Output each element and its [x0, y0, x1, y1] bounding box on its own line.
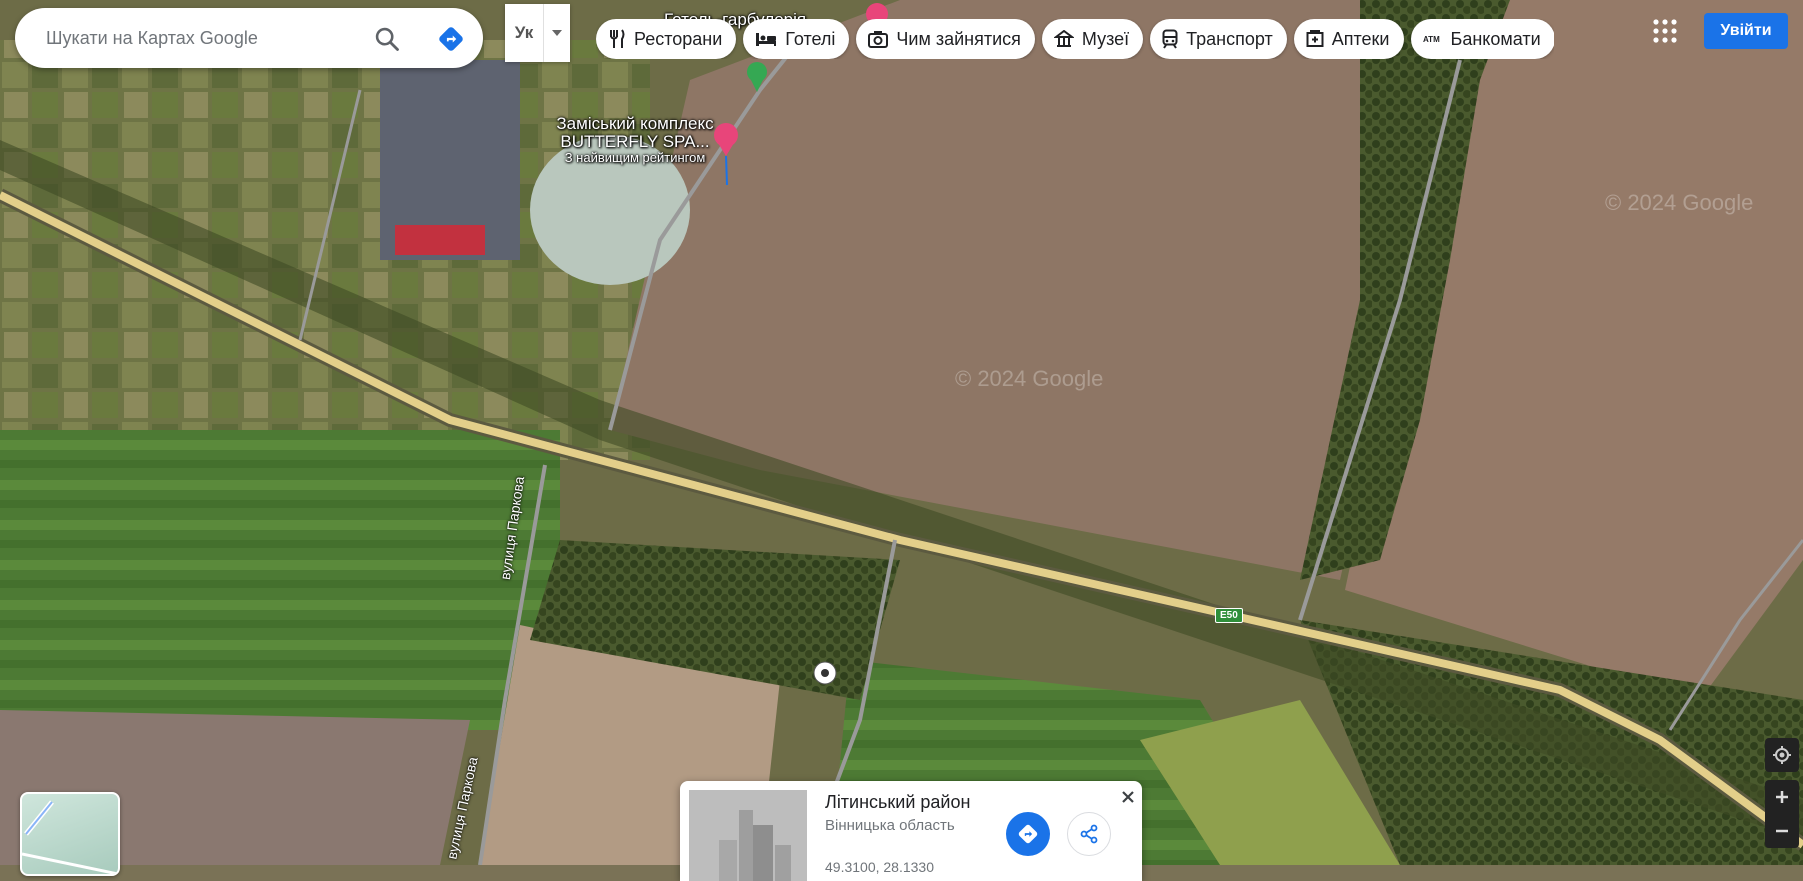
directions-icon[interactable] — [437, 25, 465, 53]
atm-icon: ATM — [1423, 35, 1440, 44]
signin-button[interactable]: Увійти — [1704, 13, 1788, 49]
chip-pharmacies[interactable]: Аптеки — [1293, 19, 1404, 59]
chevron-down-icon[interactable] — [544, 29, 570, 37]
place-thumbnail[interactable] — [689, 790, 807, 881]
chip-atms[interactable]: ATM Банкомати — [1410, 19, 1554, 59]
minus-icon — [1776, 829, 1788, 833]
category-chips: Ресторани Готелі Чим зайнятися Музеї Тра… — [596, 19, 1554, 59]
poi-subtitle: З найвищим рейтингом — [564, 150, 706, 165]
restaurant-icon — [610, 29, 625, 48]
search-input[interactable] — [44, 26, 348, 50]
layers-toggle[interactable] — [20, 792, 120, 876]
svg-text:ATM: ATM — [1423, 35, 1440, 44]
poi-label-butterfly-spa[interactable]: Заміський комплекс BUTTERFLY SPA... З на… — [535, 115, 735, 165]
zoom-out-button[interactable] — [1765, 814, 1799, 848]
chip-transit[interactable]: Транспорт — [1150, 19, 1287, 59]
map-watermark: © 2024 Google — [955, 366, 1104, 391]
transit-icon — [1162, 29, 1178, 49]
chip-label: Готелі — [785, 28, 836, 49]
chip-museums[interactable]: Музеї — [1041, 19, 1144, 59]
search-box — [15, 8, 483, 68]
chip-things-to-do[interactable]: Чим зайнятися — [856, 19, 1035, 59]
crosshair-icon — [1773, 746, 1791, 764]
place-title: Літинський район — [825, 792, 971, 812]
search-icon[interactable] — [373, 25, 401, 53]
share-icon — [1080, 824, 1098, 844]
chip-restaurants[interactable]: Ресторани — [596, 19, 737, 59]
poi-name-line2: BUTTERFLY SPA... — [560, 132, 710, 151]
museum-icon — [1053, 30, 1074, 47]
chip-label: Музеї — [1081, 28, 1130, 49]
close-icon[interactable] — [1118, 787, 1138, 807]
directions-icon — [1018, 824, 1038, 844]
share-button[interactable] — [1067, 812, 1111, 856]
chip-label: Банкомати — [1450, 28, 1541, 49]
map-watermark-2: © 2024 Google — [1605, 190, 1754, 215]
zoom-in-button[interactable] — [1765, 780, 1799, 814]
road-shield-e50: E50 — [1215, 608, 1243, 623]
pharmacy-icon — [1306, 30, 1324, 47]
hotel-icon — [756, 33, 777, 46]
my-location-button[interactable] — [1765, 738, 1799, 772]
input-tools-label[interactable]: Ук — [505, 23, 543, 43]
place-coordinates[interactable]: 49.3100, 28.1330 — [825, 859, 934, 875]
directions-button[interactable] — [1006, 812, 1050, 856]
satellite-map[interactable] — [0, 0, 1803, 865]
poi-name-line1: Заміський комплекс — [556, 114, 714, 133]
google-apps-icon[interactable] — [1652, 18, 1678, 44]
chip-label: Чим зайнятися — [896, 28, 1021, 49]
chip-label: Аптеки — [1331, 28, 1390, 49]
chip-label: Ресторани — [634, 28, 723, 49]
place-card: Літинський район Вінницька область 49.31… — [680, 781, 1142, 881]
place-subtitle: Вінницька область — [825, 817, 955, 834]
camera-icon — [868, 31, 889, 48]
chip-label: Транспорт — [1186, 28, 1273, 49]
input-tools[interactable]: Ук — [505, 4, 570, 62]
layers-preview-icon — [22, 800, 118, 874]
chip-hotels[interactable]: Готелі — [743, 19, 850, 59]
plus-icon — [1776, 791, 1788, 803]
